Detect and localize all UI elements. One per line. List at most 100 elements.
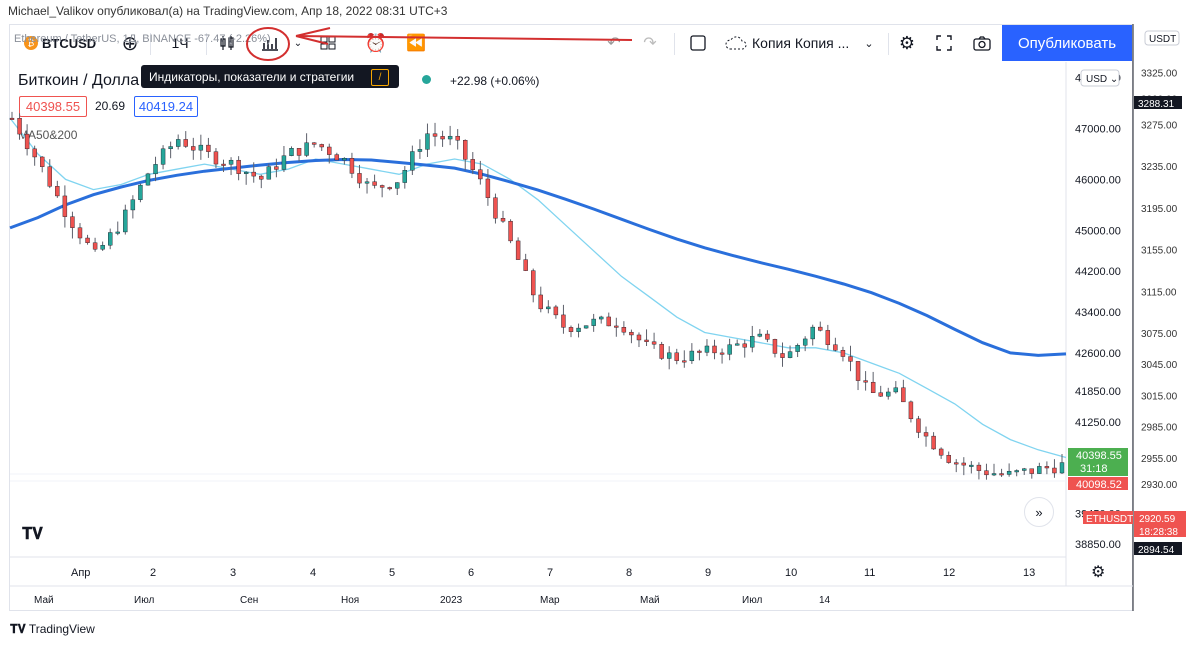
candle-body xyxy=(485,178,491,198)
candle-body xyxy=(742,343,747,348)
candle-body xyxy=(538,294,543,310)
candle-body xyxy=(553,306,559,316)
ghost-currency-button-text: USDT xyxy=(1149,34,1176,45)
candle-body xyxy=(160,148,166,165)
candle-body xyxy=(327,146,332,155)
time-axis-tick-secondary: Июл xyxy=(134,595,154,606)
candle-body xyxy=(863,380,868,383)
ghost-axis-tick: 3275.00 xyxy=(1141,121,1178,132)
candle-body xyxy=(727,344,732,355)
candle-body xyxy=(954,462,959,465)
tv-logo-icon: 𝐓𝐕 xyxy=(10,622,26,636)
candle-body xyxy=(704,345,710,353)
candle-body xyxy=(440,136,445,140)
candle-body xyxy=(425,133,430,150)
candle-body xyxy=(319,144,324,148)
ghost-symbol-tag-text: ETHUSDT xyxy=(1086,514,1133,525)
candle-body xyxy=(787,351,793,358)
candle-body xyxy=(259,175,264,180)
candle-body xyxy=(357,173,362,184)
candle-body xyxy=(387,187,392,190)
candle-body xyxy=(999,473,1004,476)
candle-body xyxy=(198,144,204,151)
candle-body xyxy=(70,216,75,228)
candle-body xyxy=(848,356,853,362)
time-axis-tick: 5 xyxy=(389,567,395,579)
candle-body xyxy=(296,148,302,156)
price-axis-tick: 38850.00 xyxy=(1075,539,1121,551)
candle-body xyxy=(123,209,128,233)
time-axis-tick: Апр xyxy=(71,567,90,579)
time-axis-tick: 11 xyxy=(864,567,875,579)
time-axis-tick-secondary: Май xyxy=(640,595,660,606)
candle-body xyxy=(266,166,272,180)
candle-body xyxy=(531,270,536,296)
price-axis-tick: 41250.00 xyxy=(1075,417,1121,429)
candle-body xyxy=(689,350,695,362)
candle-body xyxy=(644,339,649,342)
ghost-symbol-time-text: 18:28:38 xyxy=(1139,527,1178,538)
candle-body xyxy=(55,186,60,197)
candle-body xyxy=(115,231,120,234)
candle-body xyxy=(976,464,982,471)
scroll-to-realtime-button[interactable]: » xyxy=(1024,497,1054,527)
candle-body xyxy=(478,169,483,180)
candle-body xyxy=(629,331,634,336)
candle-body xyxy=(719,352,725,355)
candle-body xyxy=(697,350,702,353)
candle-body xyxy=(349,157,355,174)
candle-body xyxy=(583,325,589,329)
candle-body xyxy=(130,199,136,211)
candle-body xyxy=(712,345,717,354)
candle-body xyxy=(108,232,113,246)
candle-body xyxy=(145,173,151,186)
candle-body xyxy=(92,242,98,250)
candle-body xyxy=(395,182,400,189)
candle-body xyxy=(379,185,385,188)
ghost-bottom-tag-text: 2894.54 xyxy=(1138,545,1175,556)
time-axis-tick: 8 xyxy=(626,567,632,579)
candle-body xyxy=(931,435,936,450)
candle-body xyxy=(206,144,211,152)
candle-body xyxy=(855,361,861,381)
time-axis-tick: 4 xyxy=(310,567,316,579)
ghost-axis-tick: 3075.00 xyxy=(1141,329,1178,340)
countdown-text: 31:18 xyxy=(1080,463,1108,475)
candle-body xyxy=(780,353,785,358)
candle-body xyxy=(606,316,611,327)
candle-body xyxy=(878,392,883,397)
candle-body xyxy=(1006,470,1012,475)
candle-body xyxy=(946,455,951,463)
time-axis-tick: 9 xyxy=(705,567,711,579)
price-axis-tick: 45000.00 xyxy=(1075,225,1121,237)
time-axis-tick: 3 xyxy=(230,567,236,579)
candle-body xyxy=(62,195,68,217)
candle-body xyxy=(508,220,513,242)
candle-body xyxy=(546,306,551,310)
footer-brand-text: TradingView xyxy=(28,622,95,636)
candle-body xyxy=(515,240,521,260)
candle-body xyxy=(9,117,15,120)
candle-body xyxy=(840,350,846,357)
time-axis-tick: 12 xyxy=(943,567,955,579)
candle-body xyxy=(833,344,838,351)
candle-body xyxy=(1022,468,1027,471)
time-axis-tick-secondary: Сен xyxy=(240,595,258,606)
price-chart[interactable]: 48000.0047000.0046000.0045000.0044200.00… xyxy=(0,0,1200,645)
time-axis-tick: 13 xyxy=(1023,567,1035,579)
candle-body xyxy=(886,391,891,397)
candle-body xyxy=(470,159,475,170)
time-axis-tick: 6 xyxy=(468,567,474,579)
ghost-axis-tick: 3325.00 xyxy=(1141,68,1178,79)
candle-body xyxy=(795,345,800,352)
candle-body xyxy=(1052,467,1057,474)
candle-body xyxy=(183,139,188,147)
price-axis-tick: 42600.00 xyxy=(1075,348,1121,360)
candle-body xyxy=(561,314,566,328)
candle-body xyxy=(85,237,90,243)
candle-body xyxy=(251,171,256,177)
time-axis-tick-secondary: 14 xyxy=(819,595,831,606)
candle-body xyxy=(666,352,672,359)
candle-body xyxy=(463,140,468,160)
candle-body xyxy=(1044,466,1050,469)
